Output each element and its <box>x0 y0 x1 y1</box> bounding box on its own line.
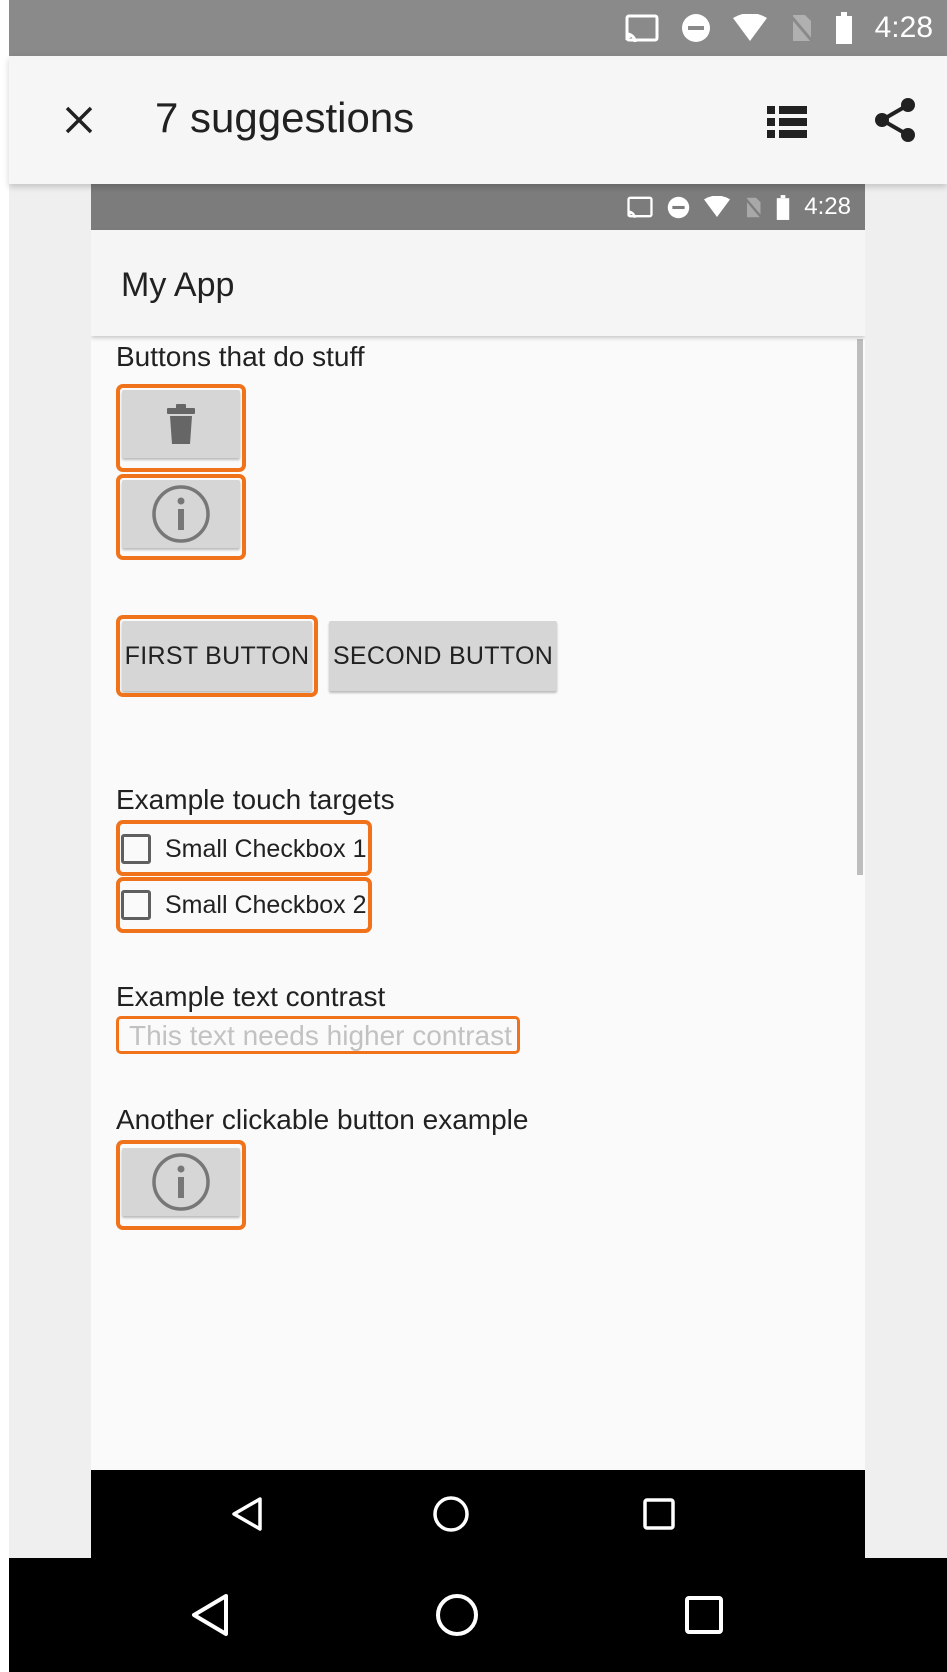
back-button[interactable] <box>179 1584 241 1646</box>
suggestions-title: 7 suggestions <box>155 94 415 141</box>
no-sim-icon <box>744 196 763 218</box>
recents-icon <box>643 1498 675 1530</box>
captured-screenshot: 4:28 My App Buttons that do stuff FIRST … <box>91 184 865 1558</box>
checkbox-row[interactable]: Small Checkbox 2 <box>121 882 366 928</box>
delete-icon <box>167 404 195 444</box>
checkbox[interactable] <box>121 890 151 920</box>
checkbox-row[interactable]: Small Checkbox 1 <box>121 826 366 872</box>
checkbox-label: Small Checkbox 1 <box>165 834 367 863</box>
share-button[interactable] <box>865 90 925 150</box>
close-icon <box>65 106 93 134</box>
battery-icon <box>777 194 790 220</box>
inner-navigation-bar <box>91 1470 865 1558</box>
home-icon <box>436 1594 478 1636</box>
list-icon <box>767 106 807 138</box>
do-not-disturb-icon <box>681 14 710 42</box>
checkbox[interactable] <box>121 834 151 864</box>
second-button[interactable]: SECOND BUTTON <box>329 621 557 691</box>
inner-back-button[interactable] <box>221 1488 273 1540</box>
recents-button[interactable] <box>673 1584 735 1646</box>
app-title: My App <box>121 266 235 304</box>
wifi-icon <box>732 14 767 41</box>
section-label-contrast: Example text contrast <box>116 981 386 1012</box>
cast-icon <box>625 14 659 42</box>
back-icon <box>192 1594 228 1636</box>
back-icon <box>232 1497 262 1531</box>
section-label-touch: Example touch targets <box>116 784 395 815</box>
section-label-another: Another clickable button example <box>116 1104 529 1135</box>
inner-home-button[interactable] <box>425 1488 477 1540</box>
battery-icon <box>835 12 852 44</box>
inner-status-time: 4:28 <box>804 193 851 220</box>
recents-icon <box>685 1596 723 1634</box>
inner-status-bar: 4:28 <box>91 184 865 230</box>
low-contrast-text: This text needs higher contrast <box>129 1020 512 1051</box>
home-button[interactable] <box>426 1584 488 1646</box>
list-view-button[interactable] <box>759 94 815 150</box>
no-sim-icon <box>788 14 813 42</box>
home-icon <box>433 1496 469 1532</box>
scanner-top-bar: 7 suggestions <box>9 56 947 184</box>
delete-button[interactable] <box>122 390 240 458</box>
scrollbar[interactable] <box>857 339 863 875</box>
info-icon <box>152 485 210 543</box>
cast-icon <box>627 196 653 218</box>
close-button[interactable] <box>49 90 109 150</box>
checkbox-label: Small Checkbox 2 <box>165 890 367 919</box>
first-button[interactable]: FIRST BUTTON <box>122 621 312 691</box>
info-button[interactable] <box>122 480 240 548</box>
status-time: 4:28 <box>874 11 933 44</box>
device-navigation-bar <box>9 1558 947 1672</box>
inner-recents-button[interactable] <box>633 1488 685 1540</box>
info-button[interactable] <box>122 1148 240 1216</box>
info-icon <box>152 1153 210 1211</box>
app-bar: My App <box>91 230 865 336</box>
section-label-buttons: Buttons that do stuff <box>116 341 365 372</box>
share-icon <box>875 98 915 142</box>
wifi-icon <box>704 196 731 217</box>
do-not-disturb-icon <box>668 196 690 218</box>
device-status-bar: 4:28 <box>9 0 947 56</box>
